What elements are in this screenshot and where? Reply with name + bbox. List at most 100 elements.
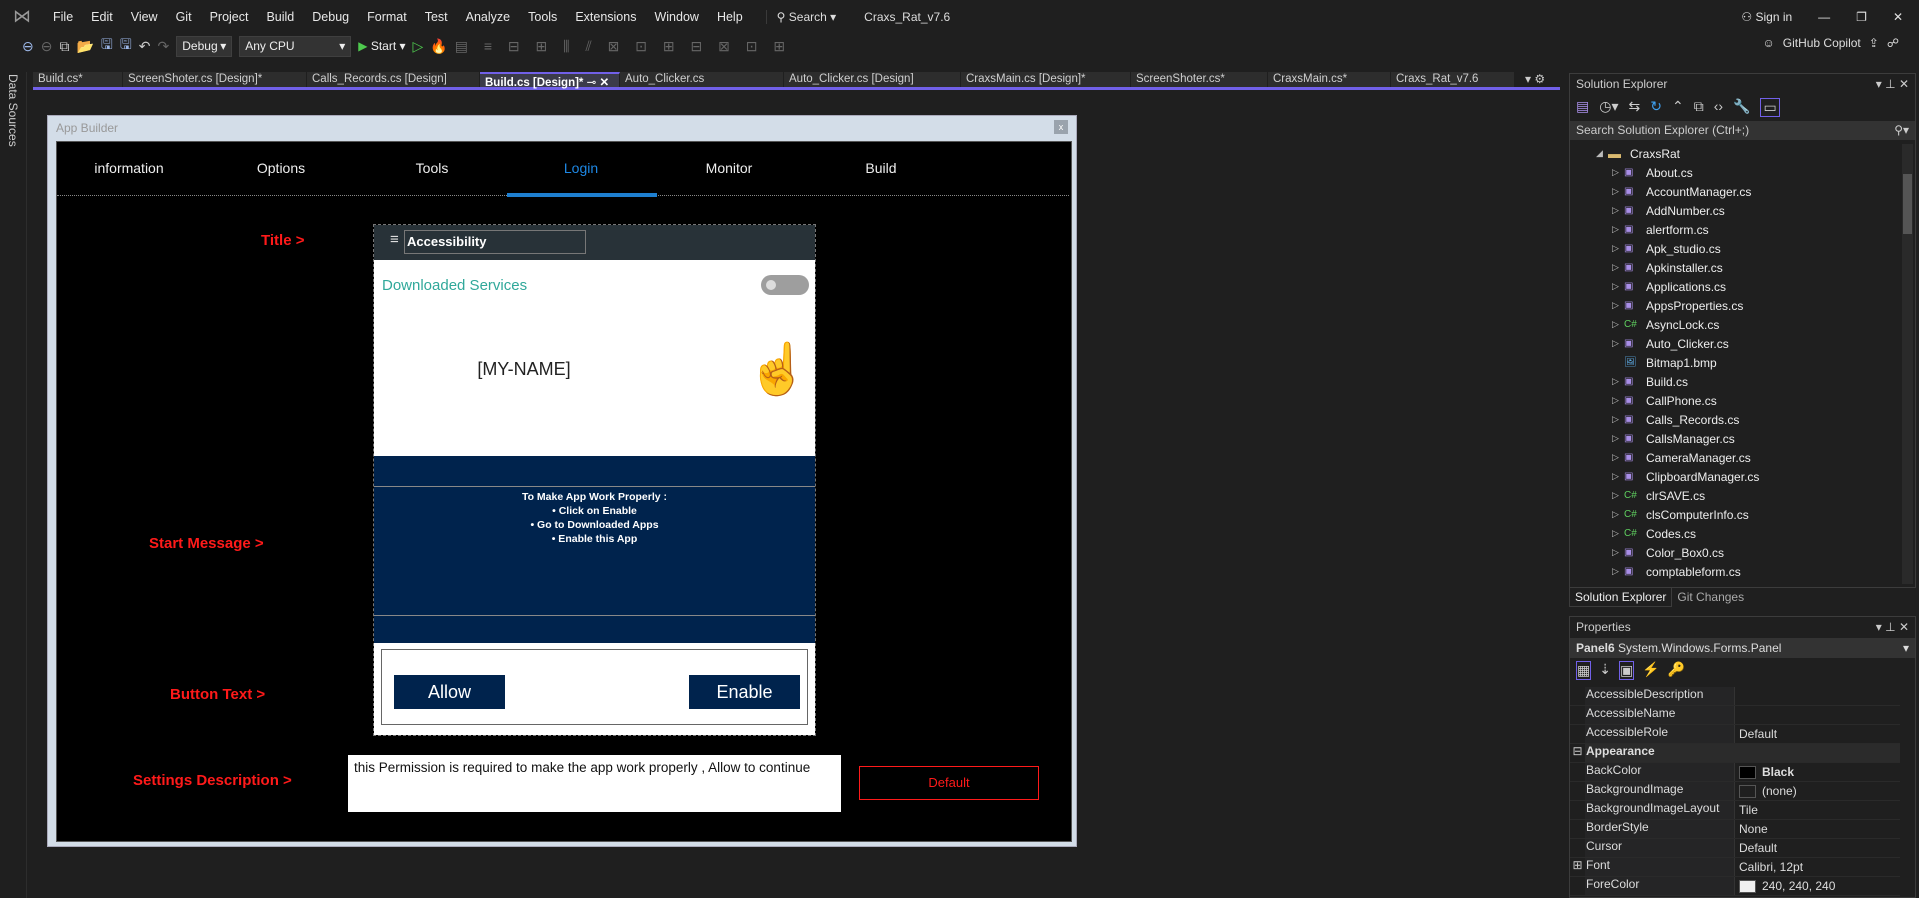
property-row[interactable]: BackgroundImage (none) (1570, 782, 1900, 801)
tree-item[interactable]: ▷ ▣ Color_Box0.cs (1570, 543, 1900, 562)
tree-item[interactable]: ▷ C# clrSAVE.cs (1570, 486, 1900, 505)
title-input[interactable]: Accessibility (404, 230, 586, 254)
scrollbar[interactable] (1902, 144, 1913, 584)
tab-build-cs[interactable]: Build.cs* (33, 72, 123, 87)
expand-icon[interactable] (1570, 877, 1585, 895)
tree-item[interactable]: ▷ ▣ Auto_Clicker.cs (1570, 334, 1900, 353)
property-value[interactable] (1735, 706, 1900, 724)
expand-icon[interactable] (1570, 782, 1585, 800)
expand-icon[interactable]: ▷ (1612, 338, 1624, 349)
pending-changes-icon[interactable]: ◷▾ (1599, 98, 1618, 117)
refresh-icon[interactable]: ↻ (1650, 98, 1662, 117)
expand-icon[interactable]: ▷ (1612, 262, 1624, 273)
expand-icon[interactable]: ▷ (1612, 566, 1624, 577)
service-toggle[interactable] (761, 275, 809, 295)
tree-root[interactable]: ◢ ▬ CraxsRat (1570, 144, 1900, 163)
menu-help[interactable]: Help (708, 10, 752, 24)
tab-git-changes[interactable]: Git Changes (1672, 588, 1749, 607)
data-sources-label[interactable]: Data Sources (6, 74, 20, 147)
save-icon[interactable]: 🖫 (101, 34, 113, 58)
menu-test[interactable]: Test (416, 10, 457, 24)
platform-select[interactable]: Any CPU ▾ (239, 35, 352, 57)
new-project-icon[interactable]: ⧉ (59, 38, 69, 55)
property-row[interactable]: BackColor Black (1570, 763, 1900, 782)
menu-edit[interactable]: Edit (82, 10, 122, 24)
close-icon[interactable]: ✕ (1899, 77, 1909, 91)
expand-icon[interactable]: ▷ (1612, 490, 1624, 501)
dropdown-icon[interactable]: ▾ (1876, 620, 1882, 634)
tree-item[interactable]: ▷ ▣ Build.cs (1570, 372, 1900, 391)
tree-item[interactable]: ▷ ▣ ClipboardManager.cs (1570, 467, 1900, 486)
tab-auto-clicker-design[interactable]: Auto_Clicker.cs [Design] (784, 72, 961, 87)
expand-icon[interactable]: ▷ (1612, 205, 1624, 216)
properties-icon[interactable]: ▣ (1618, 661, 1635, 680)
view-code-icon[interactable]: ‹› (1714, 98, 1723, 117)
start-message-text[interactable]: To Make App Work Properly : • Click on E… (374, 490, 815, 546)
property-value[interactable]: Default (1735, 839, 1900, 857)
expand-icon[interactable]: ⊞ (1570, 858, 1585, 876)
nav-information[interactable]: information (94, 160, 163, 176)
tree-item[interactable]: ▷ ▣ Apk_studio.cs (1570, 239, 1900, 258)
default-button[interactable]: Default (859, 766, 1039, 800)
dropdown-icon[interactable]: ▾ (1876, 77, 1882, 91)
settings-gear-icon[interactable]: ⚙ (1534, 72, 1545, 86)
tab-calls-records-design[interactable]: Calls_Records.cs [Design] (307, 72, 480, 87)
property-row[interactable]: BorderStyle None (1570, 820, 1900, 839)
expand-icon[interactable]: ▷ (1612, 414, 1624, 425)
close-button[interactable]: ✕ (1893, 10, 1903, 24)
expand-icon[interactable] (1570, 687, 1585, 705)
switch-views-icon[interactable]: ▤ (1576, 98, 1589, 117)
expand-icon[interactable]: ▷ (1612, 224, 1624, 235)
property-value[interactable]: 240, 240, 240 (1735, 877, 1900, 895)
menu-analyze[interactable]: Analyze (457, 10, 519, 24)
tab-list-icon[interactable]: ▾ (1525, 72, 1531, 86)
sync-icon[interactable]: ⇆ (1628, 98, 1640, 117)
forward-icon[interactable]: ⊖ (41, 38, 53, 55)
tree-item[interactable]: ▷ ▣ CallsManager.cs (1570, 429, 1900, 448)
categorized-icon[interactable]: ▦ (1576, 661, 1592, 680)
tree-item[interactable]: ▷ C# Codes.cs (1570, 524, 1900, 543)
expand-icon[interactable] (1570, 820, 1585, 838)
tree-item[interactable]: ▷ ▣ comptableform.cs (1570, 562, 1900, 581)
scrollbar-thumb[interactable] (1903, 174, 1912, 234)
property-row[interactable]: AccessibleDescription (1570, 687, 1900, 706)
tree-item[interactable]: ▷ ▣ AppsProperties.cs (1570, 296, 1900, 315)
expand-icon[interactable]: ▷ (1612, 167, 1624, 178)
tab-craxsmain-design[interactable]: CraxsMain.cs [Design]* (961, 72, 1131, 87)
expand-icon[interactable] (1570, 801, 1585, 819)
property-row[interactable]: Cursor Default (1570, 839, 1900, 858)
menu-file[interactable]: File (44, 10, 82, 24)
tree-item[interactable]: ▷ ▣ Calls_Records.cs (1570, 410, 1900, 429)
alphabetical-icon[interactable]: ⇣ (1599, 661, 1611, 680)
property-value[interactable]: Calibri, 12pt (1735, 858, 1900, 876)
configuration-select[interactable]: Debug ▾ (176, 35, 233, 57)
restore-button[interactable]: ❐ (1856, 10, 1867, 24)
tree-item[interactable]: ▷ ▣ CameraManager.cs (1570, 448, 1900, 467)
menu-build[interactable]: Build (257, 10, 303, 24)
close-tab-icon[interactable]: ✕ (599, 77, 609, 89)
tree-item[interactable]: 🖼 Bitmap1.bmp (1570, 353, 1900, 372)
property-value[interactable]: Tile (1735, 801, 1900, 819)
redo-icon[interactable]: ↷ (158, 38, 170, 55)
tab-screenshoter-design[interactable]: ScreenShoter.cs [Design]* (123, 72, 307, 87)
start-button[interactable]: ▶ Start ▾ (358, 39, 405, 53)
tree-item[interactable]: ▷ ▣ CallPhone.cs (1570, 391, 1900, 410)
start-without-debug-icon[interactable]: ▷ (413, 38, 424, 55)
pin-icon[interactable]: ⊥ (1885, 77, 1895, 91)
property-category[interactable]: ⊟ Appearance (1570, 744, 1900, 763)
property-row[interactable]: AccessibleName (1570, 706, 1900, 725)
expand-icon[interactable] (1570, 839, 1585, 857)
show-all-files-icon[interactable]: ⧉ (1694, 98, 1704, 117)
minimize-button[interactable]: — (1818, 10, 1830, 24)
tree-item[interactable]: ▷ ▣ Apkinstaller.cs (1570, 258, 1900, 277)
expand-icon[interactable]: ▷ (1612, 281, 1624, 292)
collapse-icon[interactable]: ⊟ (1570, 744, 1585, 762)
properties-wrench-icon[interactable]: 🔧 (1733, 98, 1750, 117)
tab-auto-clicker[interactable]: Auto_Clicker.cs (620, 72, 784, 87)
solution-search-input[interactable]: Search Solution Explorer (Ctrl+;) ⚲▾ (1570, 121, 1915, 140)
nav-tools[interactable]: Tools (416, 160, 449, 176)
tab-craxs-rat[interactable]: Craxs_Rat_v7.6 (1391, 72, 1515, 87)
feedback-icon[interactable]: ☍ (1887, 36, 1899, 50)
share-icon[interactable]: ⇪ (1869, 36, 1879, 50)
allow-button[interactable]: Allow (394, 675, 505, 709)
